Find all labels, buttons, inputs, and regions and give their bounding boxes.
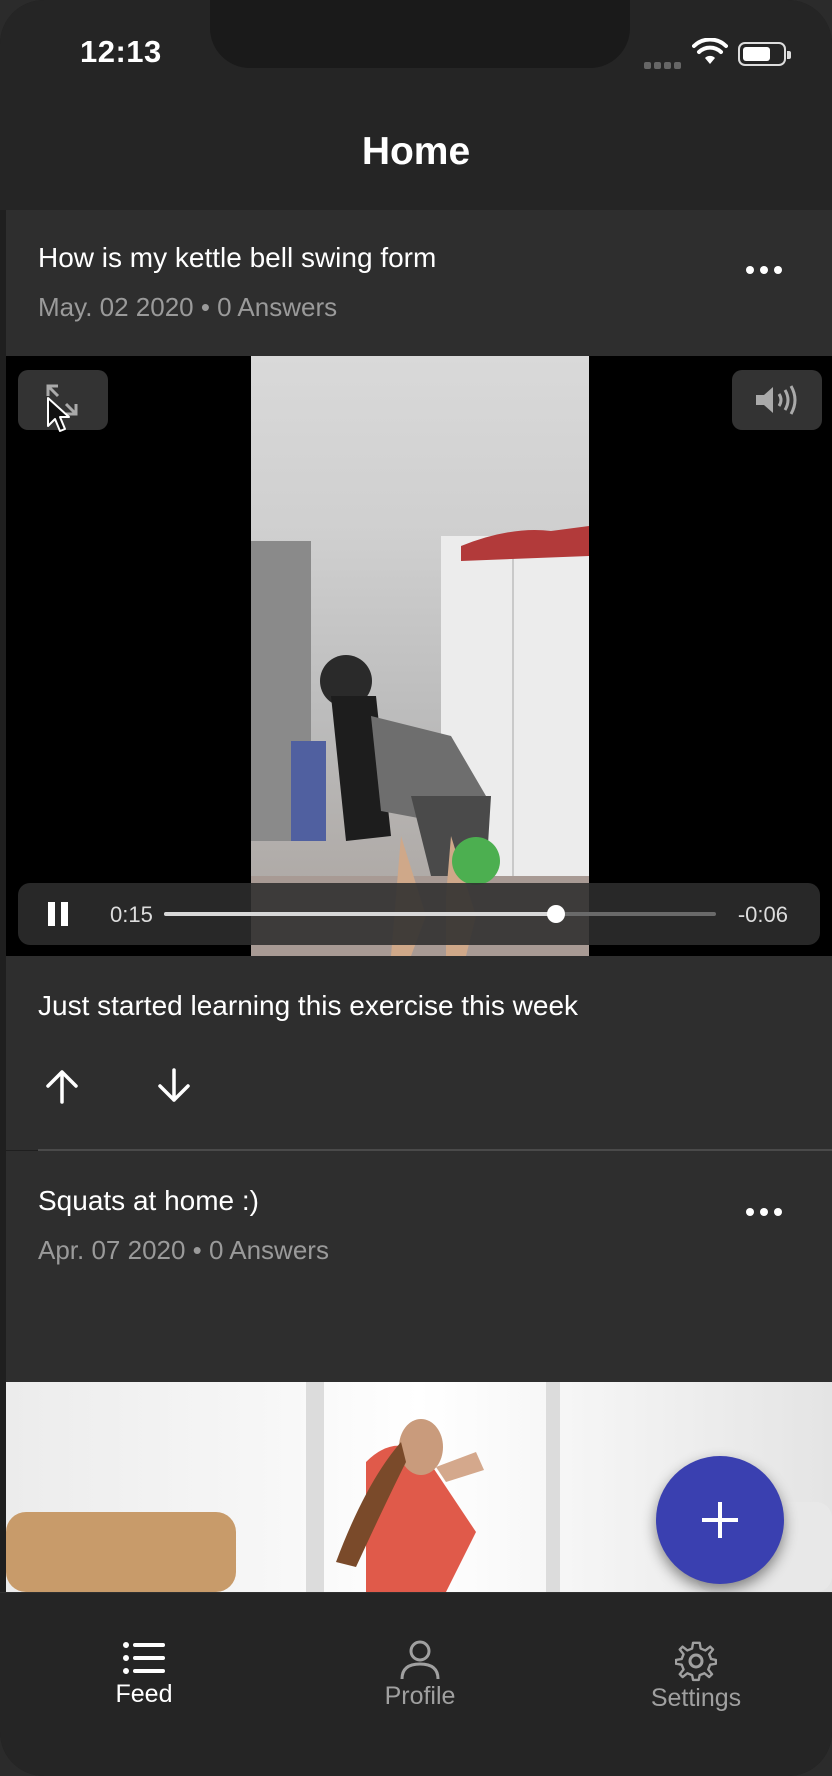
seek-progress — [164, 912, 556, 916]
post-meta: May. 02 2020 • 0 Answers — [38, 292, 338, 322]
tab-profile[interactable]: Profile — [310, 1640, 530, 1760]
tab-feed[interactable]: Feed — [34, 1640, 254, 1760]
tab-label: Settings — [650, 1684, 742, 1712]
upvote-button[interactable] — [42, 1066, 86, 1110]
pause-button[interactable] — [42, 898, 74, 930]
device-notch — [210, 0, 630, 68]
post-description: Just started learning this exercise this… — [38, 990, 579, 1021]
video-player[interactable]: 0:15 -0:06 — [6, 356, 832, 956]
more-options-icon[interactable] — [734, 1196, 794, 1226]
video-controls: 0:15 -0:06 — [18, 883, 820, 945]
seek-handle[interactable] — [546, 905, 565, 923]
post-card[interactable]: Squats at home :) Apr. 07 2020 • 0 Answe… — [6, 1151, 832, 1382]
mute-button[interactable] — [732, 370, 822, 430]
status-time: 12:13 — [80, 34, 162, 69]
battery-icon — [738, 42, 791, 66]
gear-icon — [675, 1641, 717, 1682]
post-card[interactable]: How is my kettle bell swing form May. 02… — [6, 210, 832, 356]
remaining-time: -0:06 — [737, 902, 788, 927]
arrow-down-icon — [158, 1068, 190, 1102]
elapsed-time: 0:15 — [110, 902, 153, 927]
seek-bar[interactable] — [164, 905, 716, 923]
pause-icon — [48, 902, 68, 926]
mouse-cursor-icon — [47, 397, 70, 432]
person-icon — [400, 1640, 440, 1680]
wifi-icon — [692, 37, 728, 71]
add-post-button[interactable] — [656, 1456, 784, 1584]
tab-label: Profile — [384, 1682, 456, 1710]
arrow-up-icon — [46, 1070, 78, 1104]
page-title: Home — [361, 130, 471, 173]
post-title: Squats at home :) — [38, 1185, 260, 1216]
cellular-signal-icon — [644, 56, 684, 69]
fullscreen-button[interactable] — [18, 370, 108, 432]
speaker-icon — [756, 385, 797, 415]
phone-screen: 12:13 Home How is my kettle bell swing f… — [0, 0, 832, 1776]
post-meta: Apr. 07 2020 • 0 Answers — [38, 1235, 329, 1265]
tab-settings[interactable]: Settings — [586, 1640, 806, 1760]
post-title: How is my kettle bell swing form — [38, 242, 437, 273]
more-options-icon[interactable] — [734, 254, 794, 284]
video-frame — [251, 356, 589, 956]
downvote-button[interactable] — [154, 1066, 198, 1110]
post-footer — [6, 956, 832, 1150]
tab-label: Feed — [115, 1680, 173, 1708]
list-icon — [123, 1642, 165, 1674]
